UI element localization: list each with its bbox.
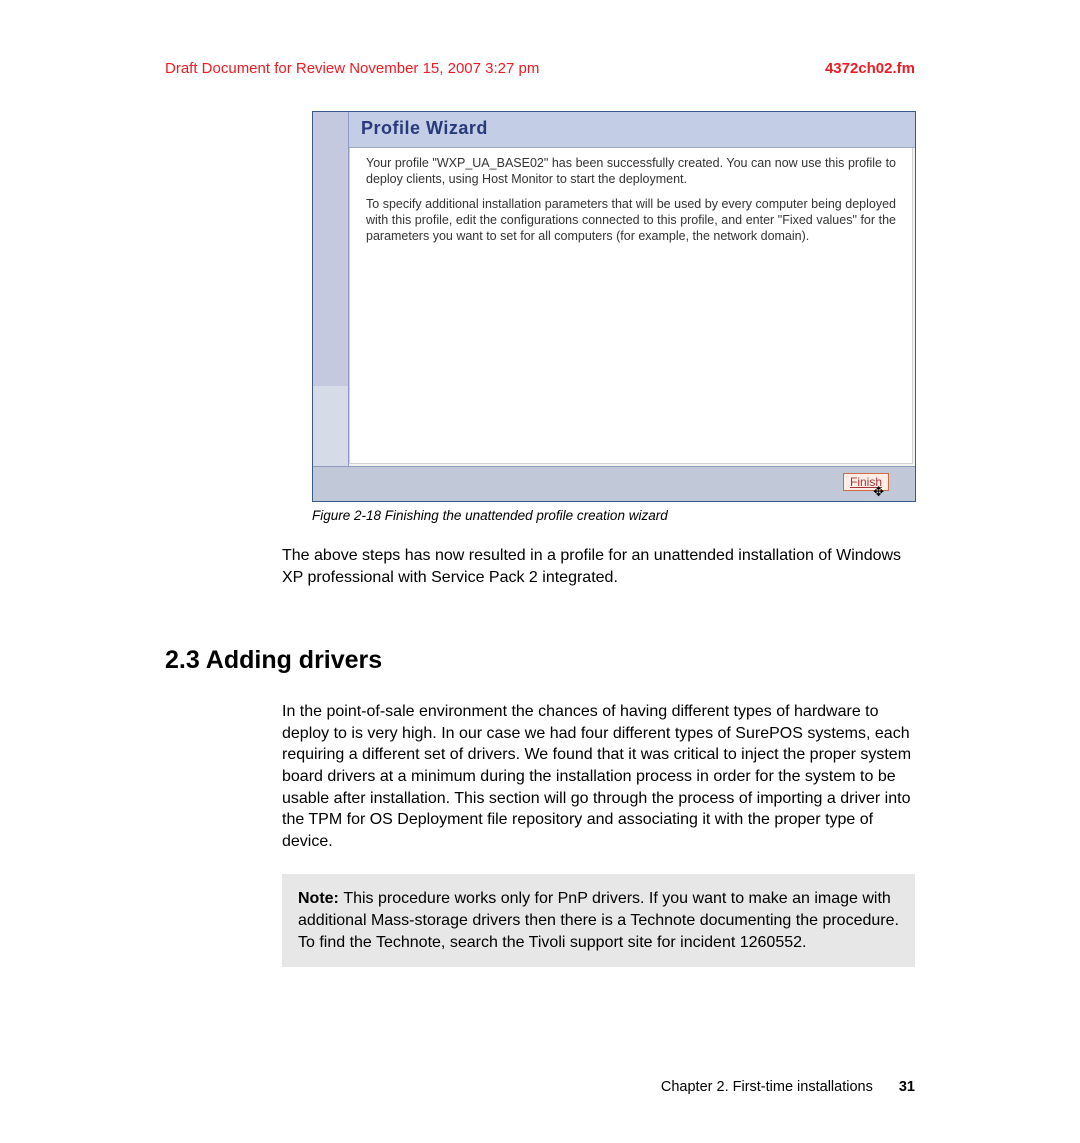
note-box: Note: This procedure works only for PnP …	[282, 874, 915, 967]
page-number: 31	[899, 1079, 915, 1095]
page-footer: Chapter 2. First-time installations 31	[0, 1079, 915, 1095]
wizard-message-2: To specify additional installation param…	[366, 197, 896, 244]
figure-caption: Figure 2-18 Finishing the unattended pro…	[312, 508, 915, 523]
source-filename: 4372ch02.fm	[825, 60, 915, 77]
wizard-footer: Finish ✥	[313, 466, 915, 501]
finish-button[interactable]: Finish ✥	[843, 473, 889, 491]
wizard-message-1: Your profile "WXP_UA_BASE02" has been su…	[366, 156, 896, 187]
wizard-sidebar	[313, 112, 349, 466]
section-heading: 2.3 Adding drivers	[165, 646, 915, 675]
wizard-content: Your profile "WXP_UA_BASE02" has been su…	[349, 148, 913, 464]
wizard-title: Profile Wizard	[349, 112, 915, 148]
body-paragraph: The above steps has now resulted in a pr…	[282, 545, 915, 588]
page-header: Draft Document for Review November 15, 2…	[165, 60, 915, 77]
profile-wizard-window: Profile Wizard Your profile "WXP_UA_BASE…	[312, 111, 916, 502]
note-text: This procedure works only for PnP driver…	[298, 890, 899, 950]
note-label: Note:	[298, 890, 343, 907]
section-paragraph: In the point-of-sale environment the cha…	[282, 701, 915, 852]
cursor-icon: ✥	[873, 484, 884, 500]
chapter-label: Chapter 2. First-time installations	[661, 1079, 873, 1095]
draft-stamp: Draft Document for Review November 15, 2…	[165, 60, 539, 77]
